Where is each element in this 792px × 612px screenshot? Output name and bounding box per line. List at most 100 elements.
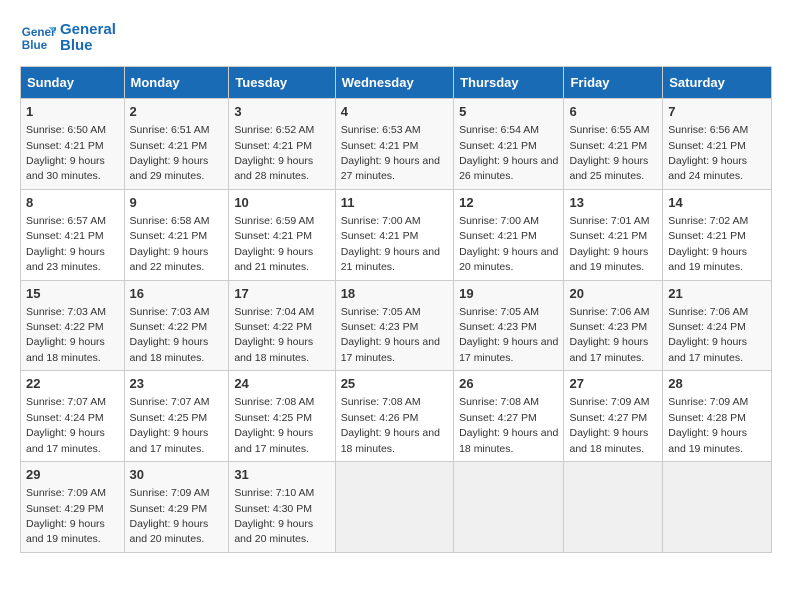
day-number: 15 [26,285,119,303]
daylight-info: Daylight: 9 hours and 28 minutes. [234,155,313,182]
daylight-info: Daylight: 9 hours and 17 minutes. [130,427,209,454]
daylight-info: Daylight: 9 hours and 22 minutes. [130,246,209,273]
day-number: 1 [26,103,119,121]
day-number: 2 [130,103,224,121]
calendar-cell-day-27: 27Sunrise: 7:09 AMSunset: 4:27 PMDayligh… [564,371,663,462]
sunrise-info: Sunrise: 6:50 AM [26,124,106,136]
daylight-info: Daylight: 9 hours and 19 minutes. [569,246,648,273]
logo: General Blue General Blue [20,20,116,56]
sunset-info: Sunset: 4:22 PM [234,321,312,333]
sunset-info: Sunset: 4:29 PM [130,503,208,515]
calendar-cell-day-8: 8Sunrise: 6:57 AMSunset: 4:21 PMDaylight… [21,189,125,280]
day-number: 18 [341,285,448,303]
sunrise-info: Sunrise: 7:03 AM [130,306,210,318]
day-number: 25 [341,375,448,393]
calendar-cell-day-7: 7Sunrise: 6:56 AMSunset: 4:21 PMDaylight… [663,99,772,190]
sunrise-info: Sunrise: 7:08 AM [459,396,539,408]
calendar-cell-empty [564,462,663,553]
calendar-cell-day-29: 29Sunrise: 7:09 AMSunset: 4:29 PMDayligh… [21,462,125,553]
sunset-info: Sunset: 4:24 PM [26,412,104,424]
daylight-info: Daylight: 9 hours and 18 minutes. [341,427,440,454]
sunrise-info: Sunrise: 7:05 AM [459,306,539,318]
daylight-info: Daylight: 9 hours and 18 minutes. [569,427,648,454]
sunrise-info: Sunrise: 7:01 AM [569,215,649,227]
calendar-table: SundayMondayTuesdayWednesdayThursdayFrid… [20,66,772,553]
day-number: 16 [130,285,224,303]
daylight-info: Daylight: 9 hours and 25 minutes. [569,155,648,182]
daylight-info: Daylight: 9 hours and 21 minutes. [234,246,313,273]
sunset-info: Sunset: 4:21 PM [459,230,537,242]
sunrise-info: Sunrise: 6:57 AM [26,215,106,227]
sunset-info: Sunset: 4:21 PM [569,230,647,242]
sunrise-info: Sunrise: 7:06 AM [569,306,649,318]
calendar-cell-day-12: 12Sunrise: 7:00 AMSunset: 4:21 PMDayligh… [454,189,564,280]
calendar-cell-day-26: 26Sunrise: 7:08 AMSunset: 4:27 PMDayligh… [454,371,564,462]
calendar-cell-day-10: 10Sunrise: 6:59 AMSunset: 4:21 PMDayligh… [229,189,335,280]
daylight-info: Daylight: 9 hours and 17 minutes. [234,427,313,454]
calendar-cell-day-20: 20Sunrise: 7:06 AMSunset: 4:23 PMDayligh… [564,280,663,371]
calendar-header-row: SundayMondayTuesdayWednesdayThursdayFrid… [21,67,772,99]
day-number: 20 [569,285,657,303]
sunrise-info: Sunrise: 7:09 AM [130,487,210,499]
sunset-info: Sunset: 4:22 PM [130,321,208,333]
sunset-info: Sunset: 4:21 PM [341,140,419,152]
calendar-row: 22Sunrise: 7:07 AMSunset: 4:24 PMDayligh… [21,371,772,462]
calendar-cell-day-21: 21Sunrise: 7:06 AMSunset: 4:24 PMDayligh… [663,280,772,371]
day-number: 4 [341,103,448,121]
col-header-sunday: Sunday [21,67,125,99]
calendar-cell-day-3: 3Sunrise: 6:52 AMSunset: 4:21 PMDaylight… [229,99,335,190]
svg-text:Blue: Blue [22,39,48,52]
calendar-cell-day-18: 18Sunrise: 7:05 AMSunset: 4:23 PMDayligh… [335,280,453,371]
day-number: 19 [459,285,558,303]
daylight-info: Daylight: 9 hours and 24 minutes. [668,155,747,182]
daylight-info: Daylight: 9 hours and 21 minutes. [341,246,440,273]
calendar-cell-day-30: 30 Sunrise: 7:09 AM Sunset: 4:29 PM Dayligh… [124,462,229,553]
sunrise-info: Sunrise: 7:02 AM [668,215,748,227]
day-number: 28 [668,375,766,393]
sunset-info: Sunset: 4:30 PM [234,503,312,515]
daylight-info: Daylight: 9 hours and 20 minutes. [130,518,209,545]
daylight-info: Daylight: 9 hours and 17 minutes. [569,336,648,363]
daylight-info: Daylight: 9 hours and 18 minutes. [26,336,105,363]
calendar-cell-day-6: 6Sunrise: 6:55 AMSunset: 4:21 PMDaylight… [564,99,663,190]
sunrise-info: Sunrise: 7:07 AM [130,396,210,408]
sunrise-info: Sunrise: 7:09 AM [569,396,649,408]
day-number: 30 [130,466,224,484]
calendar-cell-day-15: 15Sunrise: 7:03 AMSunset: 4:22 PMDayligh… [21,280,125,371]
day-number: 14 [668,194,766,212]
daylight-info: Daylight: 9 hours and 17 minutes. [26,427,105,454]
calendar-cell-empty [454,462,564,553]
page-header: General Blue General Blue [20,20,772,56]
sunset-info: Sunset: 4:21 PM [130,230,208,242]
calendar-cell-day-31: 31Sunrise: 7:10 AMSunset: 4:30 PMDayligh… [229,462,335,553]
sunrise-info: Sunrise: 6:53 AM [341,124,421,136]
sunrise-info: Sunrise: 6:59 AM [234,215,314,227]
logo-general: General [60,22,116,39]
sunset-info: Sunset: 4:25 PM [130,412,208,424]
calendar-cell-day-1: 1Sunrise: 6:50 AMSunset: 4:21 PMDaylight… [21,99,125,190]
daylight-info: Daylight: 9 hours and 19 minutes. [668,246,747,273]
sunset-info: Sunset: 4:21 PM [341,230,419,242]
sunrise-info: Sunrise: 6:56 AM [668,124,748,136]
calendar-cell-day-24: 24Sunrise: 7:08 AMSunset: 4:25 PMDayligh… [229,371,335,462]
sunset-info: Sunset: 4:21 PM [130,140,208,152]
sunrise-info: Sunrise: 7:05 AM [341,306,421,318]
daylight-info: Daylight: 9 hours and 23 minutes. [26,246,105,273]
sunset-info: Sunset: 4:28 PM [668,412,746,424]
sunset-info: Sunset: 4:24 PM [668,321,746,333]
logo-icon: General Blue [20,20,56,56]
day-number: 3 [234,103,329,121]
sunrise-info: Sunrise: 7:08 AM [341,396,421,408]
daylight-info: Daylight: 9 hours and 20 minutes. [234,518,313,545]
calendar-cell-day-2: 2Sunrise: 6:51 AMSunset: 4:21 PMDaylight… [124,99,229,190]
sunset-info: Sunset: 4:29 PM [26,503,104,515]
logo-blue: Blue [60,38,116,55]
calendar-row: 15 Sunrise: 7:03 AM Sunset: 4:22 PM Dayligh… [21,280,772,371]
sunrise-info: Sunrise: 7:09 AM [26,487,106,499]
calendar-cell-day-22: 22Sunrise: 7:07 AMSunset: 4:24 PMDayligh… [21,371,125,462]
daylight-info: Daylight: 9 hours and 29 minutes. [130,155,209,182]
calendar-row: 8Sunrise: 6:57 AMSunset: 4:21 PMDaylight… [21,189,772,280]
sunset-info: Sunset: 4:26 PM [341,412,419,424]
col-header-monday: Monday [124,67,229,99]
daylight-info: Daylight: 9 hours and 20 minutes. [459,246,558,273]
